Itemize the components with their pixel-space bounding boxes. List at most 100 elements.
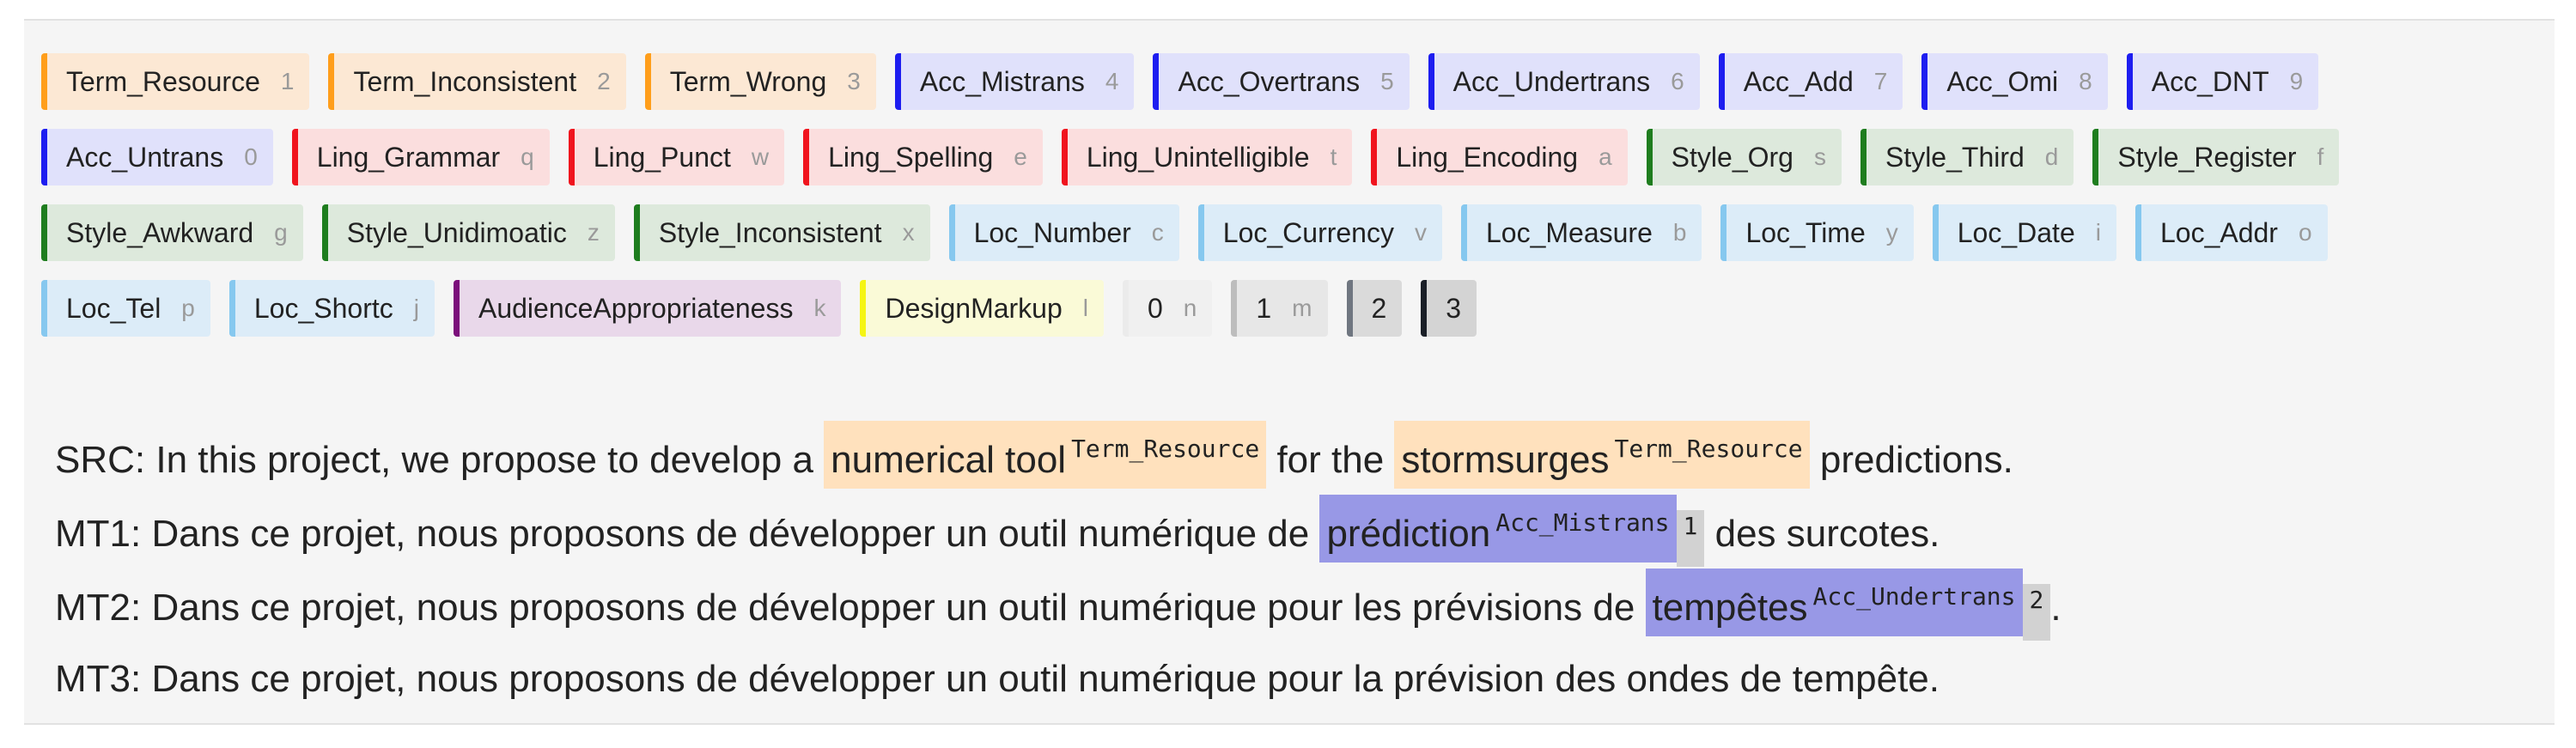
error-label-palette: Term_Resource 1 Term_Inconsistent 2 Term_Wro… [41,53,2446,337]
severity-value: 1 [1683,512,1698,540]
label-chip-name: Ling_Encoding [1396,141,1579,173]
label-chip[interactable]: Ling_Unintelligible t [1061,129,1353,185]
label-chip[interactable]: Acc_Add 7 [1718,53,1903,110]
label-chip-shortcut: e [1014,143,1027,170]
label-chip-name: Ling_Grammar [316,141,501,173]
label-chip-shortcut: p [181,295,195,321]
label-chip-name: Acc_Overtrans [1178,65,1361,97]
label-chip-shortcut: o [2298,219,2312,246]
label-chip-name: Loc_Date [1957,216,2075,248]
label-chip-shortcut: 7 [1873,68,1888,94]
severity-badge[interactable]: 1 [1676,510,1705,567]
mt1-sentence[interactable]: MT1: Dans ce projet, nous proposons de d… [55,495,2061,569]
label-chip-name: Style_Org [1671,141,1793,173]
label-chip-shortcut: c [1151,219,1164,246]
annotation-panel: Term_Resource 1 Term_Inconsistent 2 Term_Wro… [24,19,2555,725]
mt3-sentence[interactable]: MT3: Dans ce projet, nous proposons de d… [55,642,2061,716]
label-chip[interactable]: Style_Third d [1860,129,2074,185]
label-chip[interactable]: Loc_Time y [1720,204,1914,261]
mt2-sentence[interactable]: MT2: Dans ce projet, nous proposons de d… [55,569,2061,642]
mt3-text: MT3: Dans ce projet, nous proposons de d… [55,658,1940,700]
label-chip-shortcut: d [2044,143,2059,170]
label-chip[interactable]: 2 [1346,280,1403,337]
label-chip-shortcut: 0 [244,143,258,170]
label-chip[interactable]: Style_Inconsistent x [633,204,930,261]
highlight-span[interactable]: numerical tool Term_Resource [824,421,1267,489]
label-chip-name: Term_Resource [66,65,260,97]
label-chip[interactable]: Loc_Currency v [1197,204,1442,261]
label-chip-name: Loc_Tel [66,292,161,324]
label-chip[interactable]: AudienceAppropriateness k [453,280,842,337]
label-chip[interactable]: Style_Unidimoatic z [321,204,615,261]
label-chip[interactable]: Loc_Measure b [1460,204,1702,261]
label-chip[interactable]: Ling_Grammar q [291,129,550,185]
label-chip-shortcut: y [1885,219,1898,246]
label-chip-name: Acc_DNT [2151,65,2269,97]
label-chip-shortcut: g [274,219,288,246]
label-chip-shortcut: 9 [2289,68,2304,94]
label-chip-name: Acc_Mistrans [919,65,1085,97]
label-chip-shortcut: 3 [847,68,861,94]
label-chip-shortcut: 2 [597,68,611,94]
label-chip-name: Acc_Undertrans [1452,65,1651,97]
highlight-text: tempêtes [1652,587,1808,629]
error-tag: Term_Resource [1614,435,1803,463]
label-chip-shortcut: w [751,143,770,170]
label-chip[interactable]: 0n [1123,280,1213,337]
label-chip[interactable]: Loc_Shortc j [228,280,435,337]
label-chip[interactable]: Ling_Spelling e [803,129,1043,185]
src-text-prefix: SRC: In this project, we propose to deve… [55,439,825,481]
highlight-span[interactable]: tempêtes Acc_Undertrans [1645,569,2023,636]
label-chip[interactable]: Term_Inconsistent 2 [328,53,626,110]
label-chip[interactable]: Loc_Number c [948,204,1179,261]
label-chip[interactable]: Acc_Untrans 0 [41,129,273,185]
label-chip-shortcut: v [1414,219,1427,246]
source-sentence[interactable]: SRC: In this project, we propose to deve… [55,421,2061,495]
label-chip[interactable]: Term_Resource 1 [41,53,310,110]
label-chip-name: Acc_Omi [1946,65,2059,97]
label-chip[interactable]: Acc_Overtrans 5 [1153,53,1410,110]
severity-badge[interactable]: 2 [2022,584,2051,641]
label-chip[interactable]: Acc_Undertrans 6 [1428,53,1700,110]
label-chip-name: Loc_Addr [2159,216,2278,248]
label-chip-shortcut: x [902,219,915,246]
label-chip[interactable]: DesignMarkup l [860,280,1104,337]
label-chip-shortcut: b [1672,219,1687,246]
label-chip[interactable]: Style_Register f [2092,129,2340,185]
label-chip[interactable]: Acc_Omi 8 [1921,53,2108,110]
label-chip-name: Ling_Punct [593,141,731,173]
label-chip[interactable]: Acc_DNT 9 [2126,53,2319,110]
label-chip-name: 0 [1148,292,1163,324]
label-chip[interactable]: Ling_Punct w [568,129,785,185]
label-chip-shortcut: i [2095,219,2101,246]
label-chip-name: 3 [1446,292,1462,324]
label-chip[interactable]: Acc_Mistrans 4 [894,53,1135,110]
label-chip-shortcut: m [1292,295,1312,321]
label-chip[interactable]: Style_Org s [1646,129,1842,185]
highlight-span[interactable]: stormsurges Term_Resource [1394,421,1810,489]
label-chip[interactable]: Loc_Tel p [41,280,210,337]
label-chip[interactable]: Loc_Addr o [2134,204,2328,261]
label-chip[interactable]: 1m [1231,280,1328,337]
label-chip[interactable]: Ling_Encoding a [1371,129,1628,185]
label-chip-shortcut: 5 [1380,68,1394,94]
label-chip-shortcut: f [2317,143,2324,170]
label-chip-shortcut: k [813,295,826,321]
highlight-text: numerical tool [831,439,1067,481]
mt1-text-suffix: des surcotes. [1704,513,1940,555]
label-chip-name: Term_Wrong [669,65,827,97]
label-chip-name: Acc_Add [1743,65,1854,97]
label-chip[interactable]: 3 [1421,280,1477,337]
severity-value: 2 [2029,586,2044,614]
label-chip-name: AudienceAppropriateness [478,292,794,324]
highlight-span[interactable]: prédiction Acc_Mistrans [1319,495,1677,563]
error-tag: Acc_Mistrans [1495,508,1670,537]
label-chip-name: Loc_Currency [1222,216,1394,248]
mt2-text-suffix: . [2050,587,2061,629]
label-chip[interactable]: Term_Wrong 3 [644,53,876,110]
label-chip[interactable]: Style_Awkward g [41,204,303,261]
label-chip[interactable]: Loc_Date i [1932,204,2116,261]
label-chip-shortcut: 6 [1671,68,1684,94]
label-chip-shortcut: a [1599,143,1612,170]
label-chip-name: 2 [1371,292,1387,324]
